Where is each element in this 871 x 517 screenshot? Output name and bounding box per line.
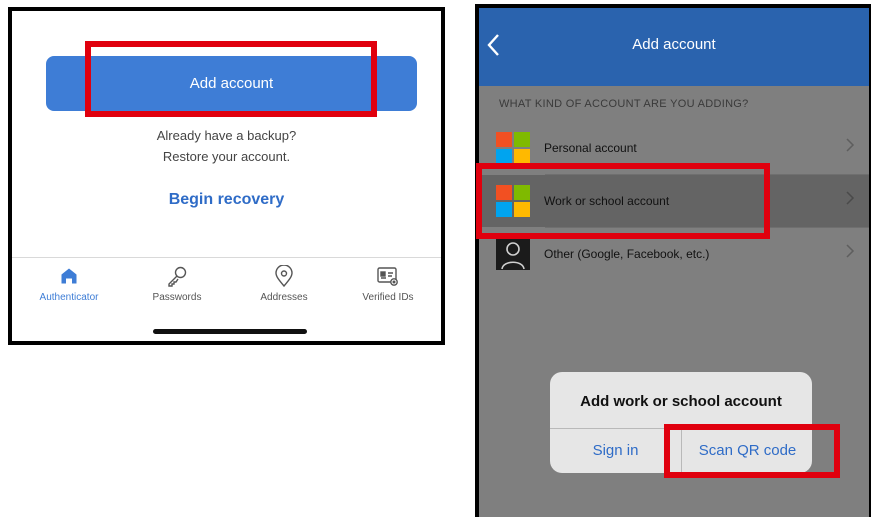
key-icon xyxy=(127,263,227,289)
nav-item-addresses[interactable]: Addresses xyxy=(234,263,334,303)
nav-label-authenticator: Authenticator xyxy=(39,292,99,303)
backup-question-text: Already have a backup? xyxy=(156,128,297,143)
account-option-label: Personal account xyxy=(544,141,637,155)
chevron-right-icon xyxy=(845,137,855,158)
location-pin-icon xyxy=(234,263,334,289)
person-icon xyxy=(496,238,530,270)
nav-label-addresses: Addresses xyxy=(260,292,308,303)
chevron-right-icon xyxy=(845,190,855,211)
highlight-add-account xyxy=(85,41,377,117)
sign-in-button[interactable]: Sign in xyxy=(550,428,681,473)
header-bar: Add account xyxy=(479,8,869,86)
microsoft-logo-icon xyxy=(496,132,530,164)
header-title: Add account xyxy=(632,36,716,53)
section-label: WHAT KIND OF ACCOUNT ARE YOU ADDING? xyxy=(499,98,749,110)
begin-recovery-link[interactable]: Begin recovery xyxy=(12,191,441,209)
restore-account-text: Restore your account. xyxy=(162,149,291,164)
highlight-work-school-account xyxy=(476,163,770,239)
nav-item-passwords[interactable]: Passwords xyxy=(127,263,227,303)
nav-item-verified-ids[interactable]: Verified IDs xyxy=(338,263,438,303)
highlight-scan-qr-code xyxy=(664,424,840,478)
nav-label-verified-ids: Verified IDs xyxy=(362,292,414,303)
dialog-title: Add work or school account xyxy=(580,393,782,410)
nav-item-authenticator[interactable]: Authenticator xyxy=(19,263,119,303)
id-card-icon xyxy=(338,263,438,289)
bottom-nav-divider xyxy=(12,257,441,258)
account-option-label: Other (Google, Facebook, etc.) xyxy=(544,247,710,261)
home-icon xyxy=(19,263,119,289)
home-indicator xyxy=(153,329,307,334)
chevron-right-icon xyxy=(845,243,855,264)
nav-label-passwords: Passwords xyxy=(152,292,202,303)
